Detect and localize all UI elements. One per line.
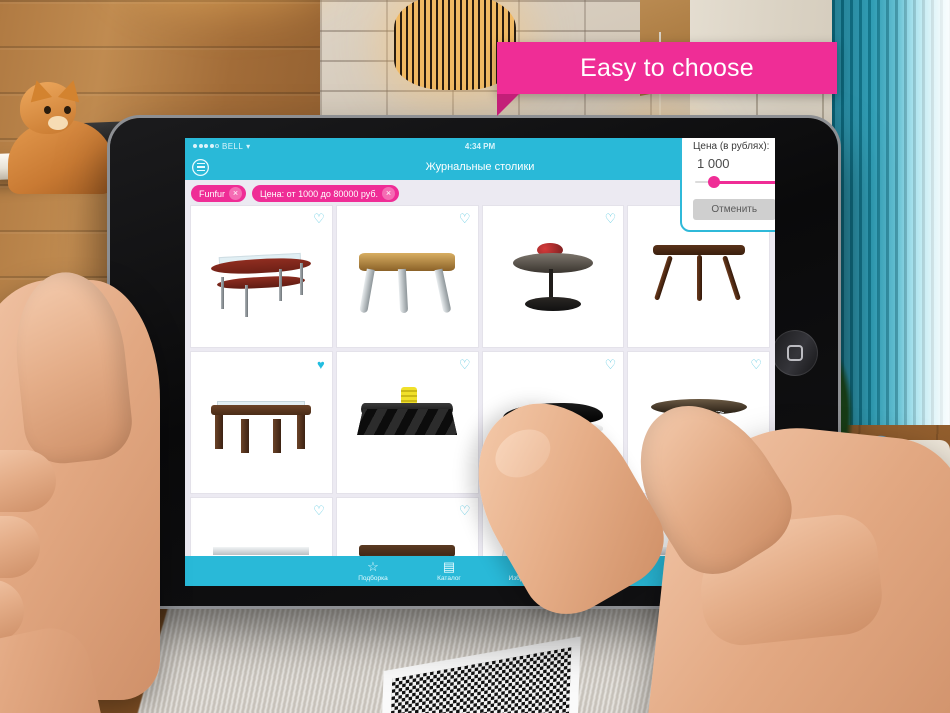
price-min-value: 1 000 [697, 156, 730, 171]
promo-banner-text: Easy to choose [580, 53, 754, 82]
home-button-glyph [787, 345, 803, 361]
product-card[interactable]: ♡ [482, 352, 624, 493]
cat-ear-right [57, 77, 85, 103]
favorite-heart-icon[interactable]: ♡ [459, 212, 471, 225]
product-card[interactable]: ♥ [191, 352, 332, 493]
home-button[interactable] [772, 330, 818, 376]
tab-label: Избранное [508, 575, 542, 582]
banner-tail [497, 94, 519, 116]
gear-icon: ✲ [595, 559, 607, 574]
favorite-heart-icon[interactable]: ♡ [605, 504, 617, 517]
tab-servis[interactable]: ✲ Сервис [563, 560, 639, 582]
price-range-values: 1 000 80 000 [693, 156, 775, 171]
tab-katalog[interactable]: ▤ Каталог [411, 560, 487, 582]
favorite-heart-icon[interactable]: ♡ [750, 358, 762, 371]
pendant-lamp-large [128, 0, 338, 80]
favorite-heart-icon[interactable]: ♡ [313, 504, 325, 517]
product-image-black-faceted-coffee-table [351, 375, 463, 471]
star-icon: ☆ [367, 559, 379, 574]
favorite-heart-icon[interactable]: ♡ [605, 358, 617, 371]
cancel-button[interactable]: Отменить [693, 199, 775, 220]
product-card[interactable]: ♡ [191, 206, 332, 347]
chip-label: Цена: от 1000 до 80000 руб. [260, 188, 379, 199]
heart-icon: ♡ [519, 559, 531, 574]
slider-fill [715, 180, 775, 184]
close-icon[interactable]: × [382, 187, 396, 200]
cat-head [20, 77, 85, 134]
tab-podborka[interactable]: ☆ Подборка [335, 560, 411, 582]
book-icon: ▤ [442, 559, 456, 574]
favorite-heart-icon[interactable]: ♡ [605, 212, 617, 225]
price-filter-popup: Цена (в рублях): 1 000 80 000 Отменить П… [680, 138, 775, 232]
product-image-round-smoked-glass-pedestal-table [497, 229, 609, 325]
tab-label: Сервис [589, 575, 613, 582]
tablet-screen: BELL ▾ 4:34 PM 100% Журнальные столики Ф… [185, 138, 775, 586]
tab-label: Каталог [437, 575, 461, 582]
favorite-heart-icon[interactable]: ♡ [459, 358, 471, 371]
product-image-wenge-glass-top-table [205, 375, 317, 471]
cat-eye-right [64, 106, 71, 114]
favorite-heart-icon[interactable]: ♡ [459, 504, 471, 517]
cat-muzzle [48, 116, 68, 130]
product-card[interactable]: ♡ [336, 206, 478, 347]
product-card[interactable]: ♡ [628, 352, 769, 493]
product-image-wavy-glass-coffee-table [205, 229, 317, 325]
product-grid: ♡ ♡ ♡ ♡ [185, 206, 775, 586]
favorite-heart-icon[interactable]: ♥ [317, 358, 325, 371]
cat-ear-left [25, 77, 53, 103]
product-image-round-wire-base-table [643, 375, 755, 471]
tab-izbrannoe[interactable]: ♡ Избранное [487, 560, 563, 582]
front-camera [146, 348, 153, 355]
filter-chip-price[interactable]: Цена: от 1000 до 80000 руб. × [252, 185, 400, 202]
price-filter-title: Цена (в рублях): [693, 141, 770, 152]
favorite-heart-icon[interactable]: ♡ [313, 212, 325, 225]
popup-actions: Отменить Применить [693, 199, 775, 220]
product-card[interactable]: ♡ [482, 206, 624, 347]
product-card[interactable]: ♡ [336, 352, 478, 493]
bottom-tab-bar: ☆ Подборка ▤ Каталог ♡ Избранное ✲ Серви… [185, 556, 775, 586]
favorite-heart-icon[interactable]: ♡ [750, 504, 762, 517]
close-icon[interactable]: × [229, 187, 243, 200]
ginger-cat [8, 72, 116, 194]
filter-chip-brand[interactable]: Funfur × [191, 185, 247, 202]
chip-label: Funfur [199, 188, 226, 199]
product-image-black-white-curved-table [497, 375, 609, 471]
price-range-slider[interactable] [695, 174, 775, 190]
slider-handle-min[interactable] [708, 176, 721, 188]
tablet-device: BELL ▾ 4:34 PM 100% Журнальные столики Ф… [110, 118, 838, 606]
product-image-baroque-wood-chrome-table [351, 229, 463, 325]
tab-label: Подборка [358, 575, 388, 582]
product-image-dark-wood-curved-leg-table [643, 229, 755, 325]
promo-banner: Easy to choose [497, 42, 837, 116]
cat-eye-left [44, 106, 51, 114]
